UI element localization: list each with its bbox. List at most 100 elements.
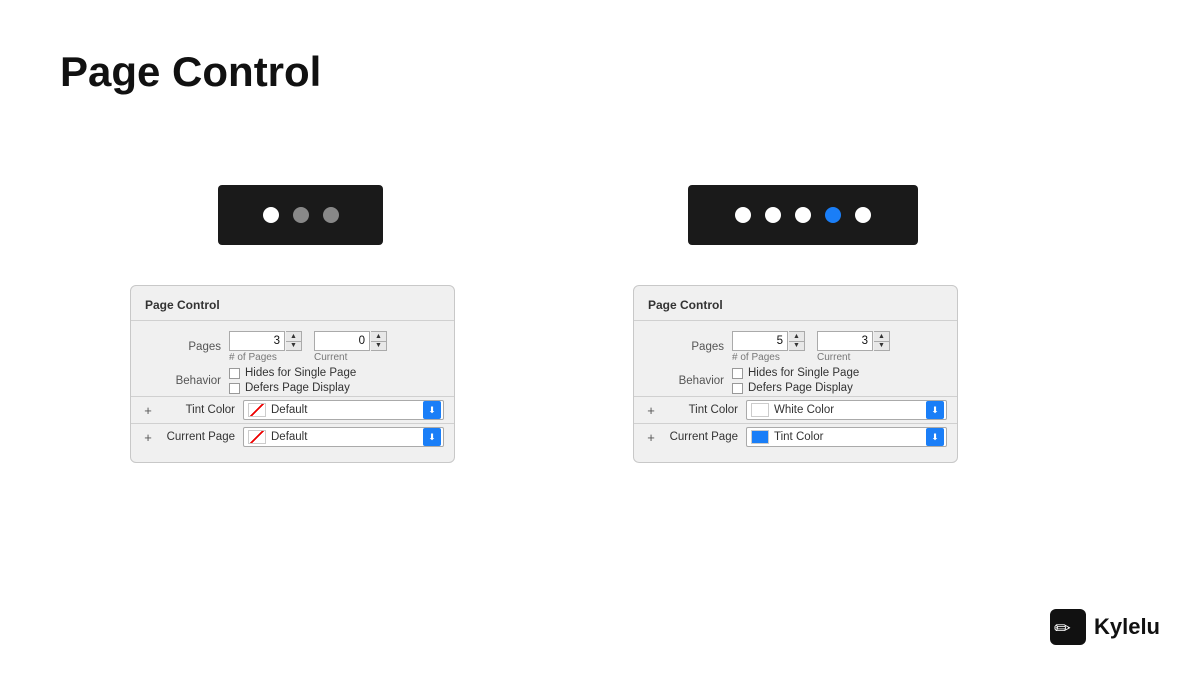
kylelu-text: Kylelu (1094, 614, 1160, 640)
tint-dropdown-arrow-left[interactable]: ⬇ (423, 401, 441, 419)
plus-icon-current-right[interactable]: + (644, 430, 658, 445)
dot-left-3 (323, 207, 339, 223)
kylelu-logo: ✏ Kylelu (1050, 609, 1160, 645)
defers-display-checkbox-left[interactable] (229, 383, 240, 394)
current-input-group-left: 0 ▲ ▼ (314, 331, 387, 351)
page-title: Page Control (60, 48, 321, 96)
behavior-col-left: Hides for Single Page Defers Page Displa… (229, 367, 356, 394)
behavior-row-right: Behavior Hides for Single Page Defers Pa… (634, 365, 957, 396)
pages-count-input-group-right: 5 ▲ ▼ (732, 331, 805, 351)
current-stepper-up-right[interactable]: ▲ (874, 332, 889, 342)
dot-right-5 (855, 207, 871, 223)
pages-fields-left: 3 ▲ ▼ # of Pages 0 ▲ ▼ (229, 331, 387, 363)
current-page-value-right: Tint Color (774, 431, 922, 443)
behavior-label-left: Behavior (141, 375, 221, 387)
tint-dropdown-arrow-right[interactable]: ⬇ (926, 401, 944, 419)
current-page-label-left: Current Page (159, 431, 235, 443)
behavior-label-right: Behavior (644, 375, 724, 387)
tint-color-swatch-left (248, 403, 266, 417)
current-label-right: Current (817, 352, 890, 363)
defers-display-label-right[interactable]: Defers Page Display (732, 382, 859, 394)
current-input-left[interactable]: 0 (314, 331, 370, 351)
tint-color-value-left: Default (271, 404, 419, 416)
plus-icon-tint-left[interactable]: + (141, 403, 155, 418)
stepper-up-left[interactable]: ▲ (286, 332, 301, 342)
current-dropdown-arrow-right[interactable]: ⬇ (926, 428, 944, 446)
current-page-row-right: + Current Page Tint Color ⬇ (634, 423, 957, 450)
defers-display-text-right: Defers Page Display (748, 382, 853, 394)
dot-right-2 (765, 207, 781, 223)
hides-single-text-right: Hides for Single Page (748, 367, 859, 379)
current-dropdown-arrow-left[interactable]: ⬇ (423, 428, 441, 446)
current-field-left: 0 ▲ ▼ Current (314, 331, 387, 363)
current-stepper-down-right[interactable]: ▼ (874, 342, 889, 351)
pages-count-input-group-left: 3 ▲ ▼ (229, 331, 302, 351)
stepper-down-right[interactable]: ▼ (789, 342, 804, 351)
dot-left-1 (263, 207, 279, 223)
of-pages-label-left: # of Pages (229, 352, 302, 363)
inspector-panel-right: Page Control Pages 5 ▲ ▼ # of Pages (633, 285, 958, 463)
current-page-label-right: Current Page (662, 431, 738, 443)
stepper-down-left[interactable]: ▼ (286, 342, 301, 351)
current-page-dropdown-left[interactable]: Default ⬇ (243, 427, 444, 447)
pages-count-input-left[interactable]: 3 (229, 331, 285, 351)
panel-title-left: Page Control (131, 296, 454, 321)
pages-row-right: Pages 5 ▲ ▼ # of Pages 3 (634, 329, 957, 365)
of-pages-label-right: # of Pages (732, 352, 805, 363)
defers-display-checkbox-right[interactable] (732, 383, 743, 394)
current-input-right[interactable]: 3 (817, 331, 873, 351)
dot-right-3 (795, 207, 811, 223)
pages-label-left: Pages (141, 341, 221, 353)
tint-color-dropdown-right[interactable]: White Color ⬇ (746, 400, 947, 420)
current-stepper-down-left[interactable]: ▼ (371, 342, 386, 351)
plus-icon-tint-right[interactable]: + (644, 403, 658, 418)
hides-single-checkbox-right[interactable] (732, 368, 743, 379)
pages-count-stepper-left[interactable]: ▲ ▼ (286, 331, 302, 351)
hides-single-label-right[interactable]: Hides for Single Page (732, 367, 859, 379)
pages-inputs-left: 3 ▲ ▼ # of Pages 0 ▲ ▼ (229, 331, 444, 363)
tint-color-label-right: Tint Color (662, 404, 738, 416)
panel-title-right: Page Control (634, 296, 957, 321)
svg-text:✏: ✏ (1054, 618, 1071, 640)
behavior-row-left: Behavior Hides for Single Page Defers Pa… (131, 365, 454, 396)
current-label-left: Current (314, 352, 387, 363)
stepper-up-right[interactable]: ▲ (789, 332, 804, 342)
pages-row-left: Pages 3 ▲ ▼ # of Pages 0 (131, 329, 454, 365)
hides-single-checkbox-left[interactable] (229, 368, 240, 379)
inspector-panel-left: Page Control Pages 3 ▲ ▼ # of Pages (130, 285, 455, 463)
preview-box-right (688, 185, 918, 245)
pages-inputs-right: 5 ▲ ▼ # of Pages 3 ▲ ▼ (732, 331, 947, 363)
pages-count-input-right[interactable]: 5 (732, 331, 788, 351)
current-stepper-left[interactable]: ▲ ▼ (371, 331, 387, 351)
current-stepper-right[interactable]: ▲ ▼ (874, 331, 890, 351)
tint-color-row-left: + Tint Color Default ⬇ (131, 396, 454, 423)
kylelu-icon: ✏ (1050, 609, 1086, 645)
preview-box-left (218, 185, 383, 245)
dot-left-2 (293, 207, 309, 223)
tint-color-row-right: + Tint Color White Color ⬇ (634, 396, 957, 423)
tint-color-swatch-right (751, 403, 769, 417)
tint-color-value-right: White Color (774, 404, 922, 416)
current-input-group-right: 3 ▲ ▼ (817, 331, 890, 351)
current-page-swatch-left (248, 430, 266, 444)
current-page-row-left: + Current Page Default ⬇ (131, 423, 454, 450)
current-page-value-left: Default (271, 431, 419, 443)
behavior-col-right: Hides for Single Page Defers Page Displa… (732, 367, 859, 394)
current-field-right: 3 ▲ ▼ Current (817, 331, 890, 363)
pages-count-field-right: 5 ▲ ▼ # of Pages (732, 331, 805, 363)
dot-right-4 (825, 207, 841, 223)
tint-color-dropdown-left[interactable]: Default ⬇ (243, 400, 444, 420)
pages-count-field-left: 3 ▲ ▼ # of Pages (229, 331, 302, 363)
defers-display-label-left[interactable]: Defers Page Display (229, 382, 356, 394)
current-stepper-up-left[interactable]: ▲ (371, 332, 386, 342)
pages-label-right: Pages (644, 341, 724, 353)
dot-right-1 (735, 207, 751, 223)
hides-single-label-left[interactable]: Hides for Single Page (229, 367, 356, 379)
current-page-swatch-right (751, 430, 769, 444)
pages-fields-right: 5 ▲ ▼ # of Pages 3 ▲ ▼ (732, 331, 890, 363)
tint-color-label-left: Tint Color (159, 404, 235, 416)
plus-icon-current-left[interactable]: + (141, 430, 155, 445)
pages-count-stepper-right[interactable]: ▲ ▼ (789, 331, 805, 351)
defers-display-text-left: Defers Page Display (245, 382, 350, 394)
current-page-dropdown-right[interactable]: Tint Color ⬇ (746, 427, 947, 447)
